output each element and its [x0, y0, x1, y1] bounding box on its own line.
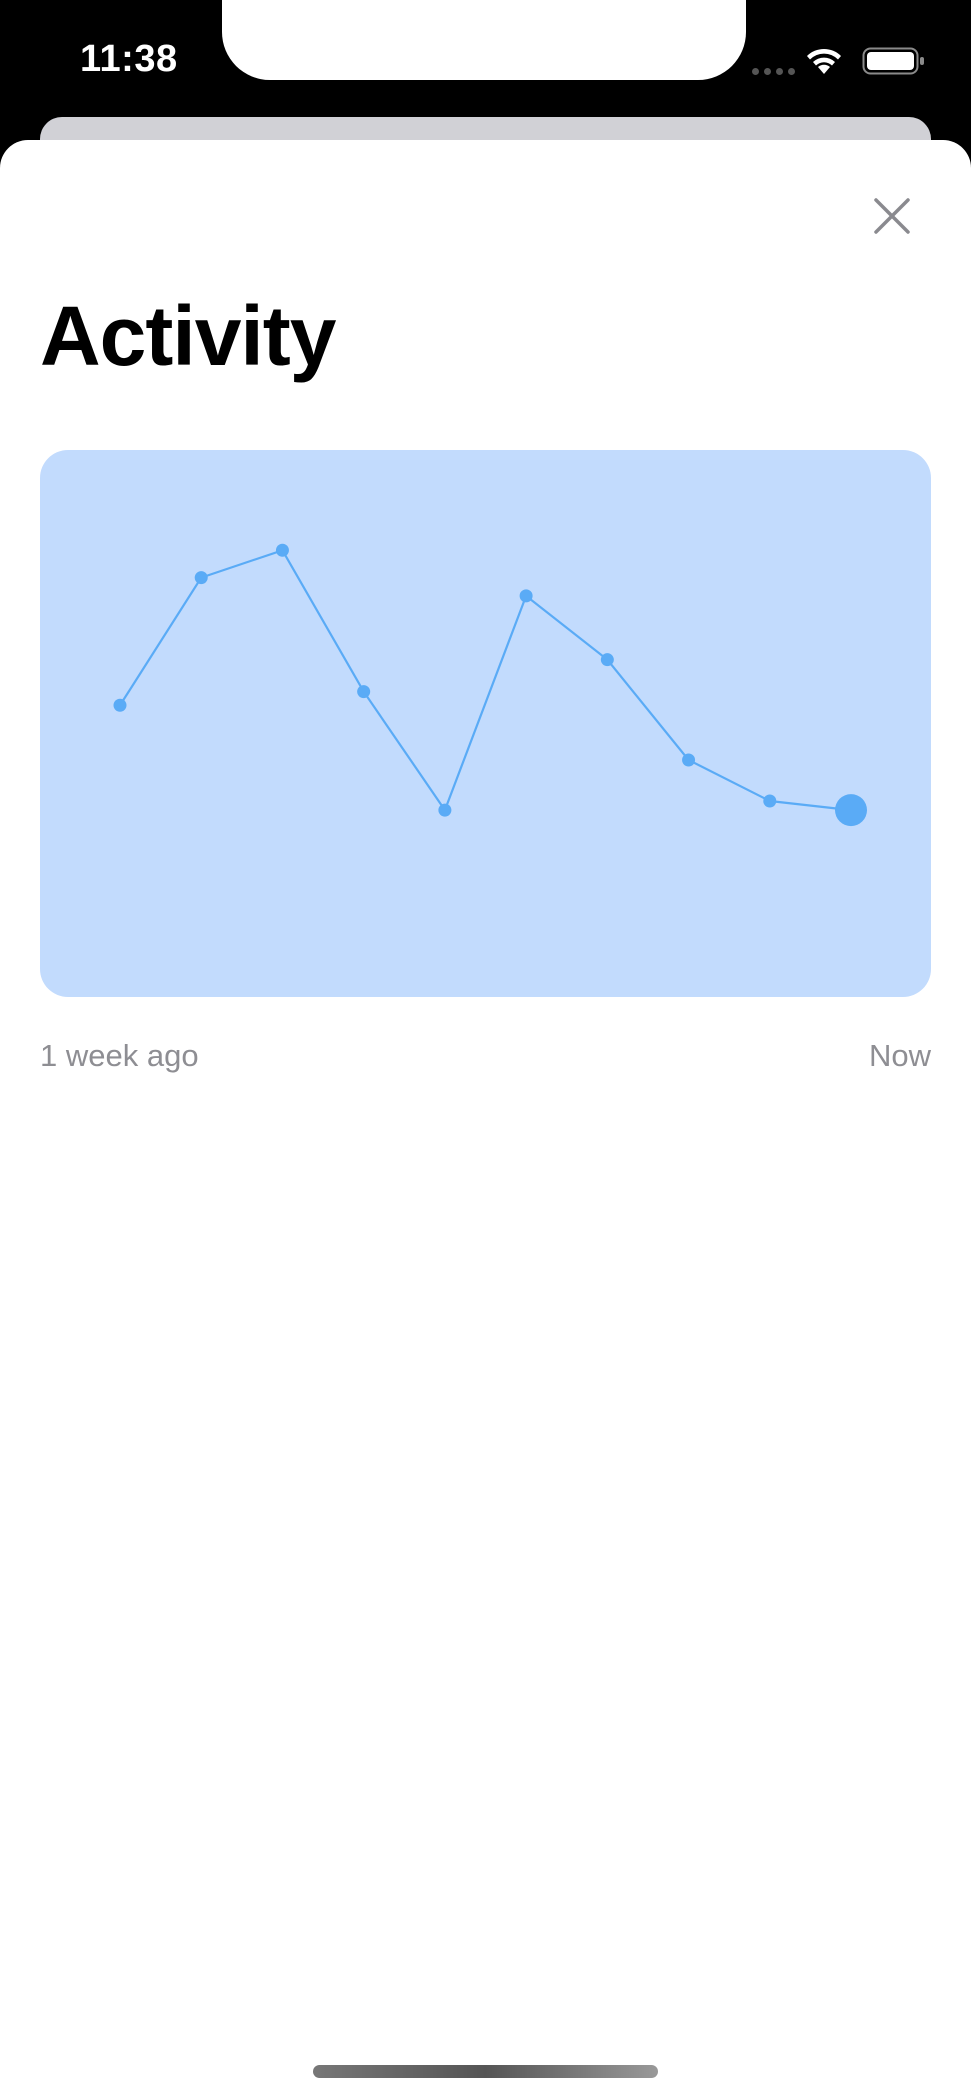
close-button[interactable] [862, 186, 922, 246]
data-point [357, 685, 371, 699]
data-point [275, 543, 289, 557]
page-title: Activity [40, 289, 336, 383]
wifi-icon [807, 48, 841, 74]
range-start-label: 1 week ago [40, 1038, 199, 1073]
notch [222, 0, 746, 80]
activity-sheet: Activity 1 week ago Now [0, 140, 971, 2100]
data-point [600, 653, 614, 667]
close-icon [874, 198, 910, 234]
data-point [763, 794, 777, 808]
series-line [119, 548, 852, 813]
data-point [438, 803, 452, 817]
activity-line-chart [113, 543, 867, 827]
home-indicator[interactable] [313, 2065, 658, 2078]
status-icons [752, 42, 932, 78]
data-point [519, 589, 533, 603]
range-end-label: Now [868, 1038, 931, 1073]
battery-icon [862, 47, 924, 75]
status-bar: 11:38 [0, 0, 971, 118]
current-point [835, 794, 867, 827]
data-point [113, 698, 127, 712]
data-point [682, 753, 696, 767]
activity-chart [40, 450, 931, 997]
status-time: 11:38 [80, 38, 178, 80]
cellular-signal-icon [752, 68, 795, 75]
data-point [194, 571, 208, 585]
